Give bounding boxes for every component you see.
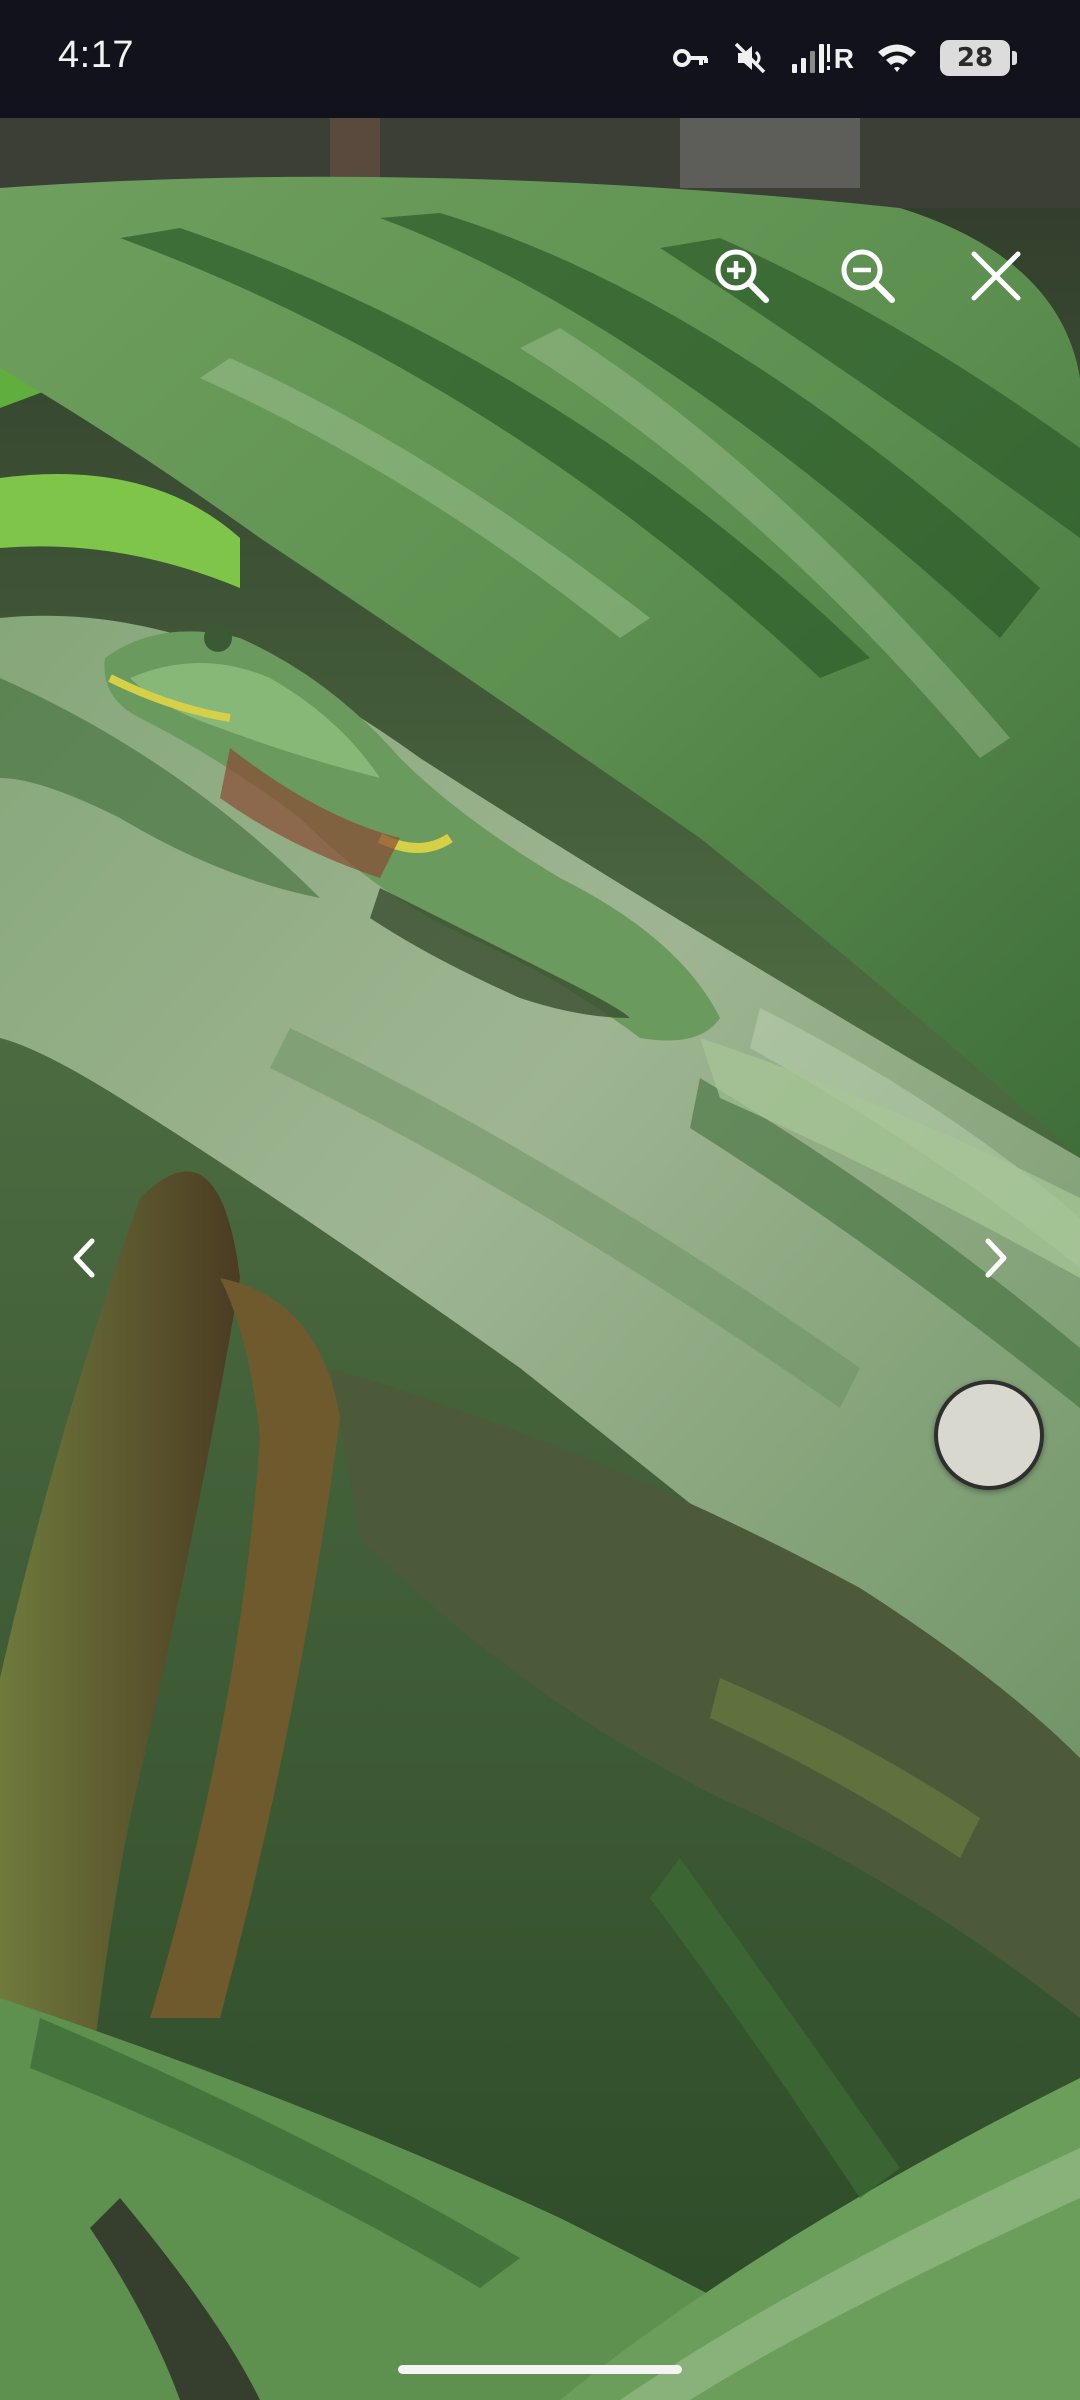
status-bar: 4:17 R 28	[0, 0, 1080, 118]
zoom-in-icon	[715, 249, 769, 303]
battery-level: 28	[956, 43, 994, 73]
photo-viewer[interactable]	[0, 118, 1080, 2400]
home-indicator[interactable]	[398, 2365, 682, 2374]
close-icon	[971, 251, 1021, 301]
wifi-icon	[876, 41, 918, 75]
zoom-in-button[interactable]	[702, 236, 782, 316]
status-time: 4:17	[58, 34, 134, 76]
next-chevron-icon	[985, 1238, 1007, 1278]
vpn-key-icon	[672, 43, 710, 73]
zoom-out-icon	[841, 249, 895, 303]
previous-chevron-icon	[73, 1238, 95, 1278]
signal-icon: R	[790, 42, 854, 74]
previous-button[interactable]	[44, 1218, 124, 1298]
battery-icon: 28	[940, 40, 1017, 76]
next-button[interactable]	[956, 1218, 1036, 1298]
frog-photo	[0, 118, 1080, 2400]
status-icons: R 28	[672, 36, 1017, 80]
network-label: R	[833, 43, 854, 74]
close-button[interactable]	[956, 236, 1036, 316]
zoom-out-button[interactable]	[828, 236, 908, 316]
screen: 4:17 R 28	[0, 0, 1080, 2400]
capture-button[interactable]	[934, 1380, 1044, 1490]
mute-icon	[732, 40, 768, 76]
